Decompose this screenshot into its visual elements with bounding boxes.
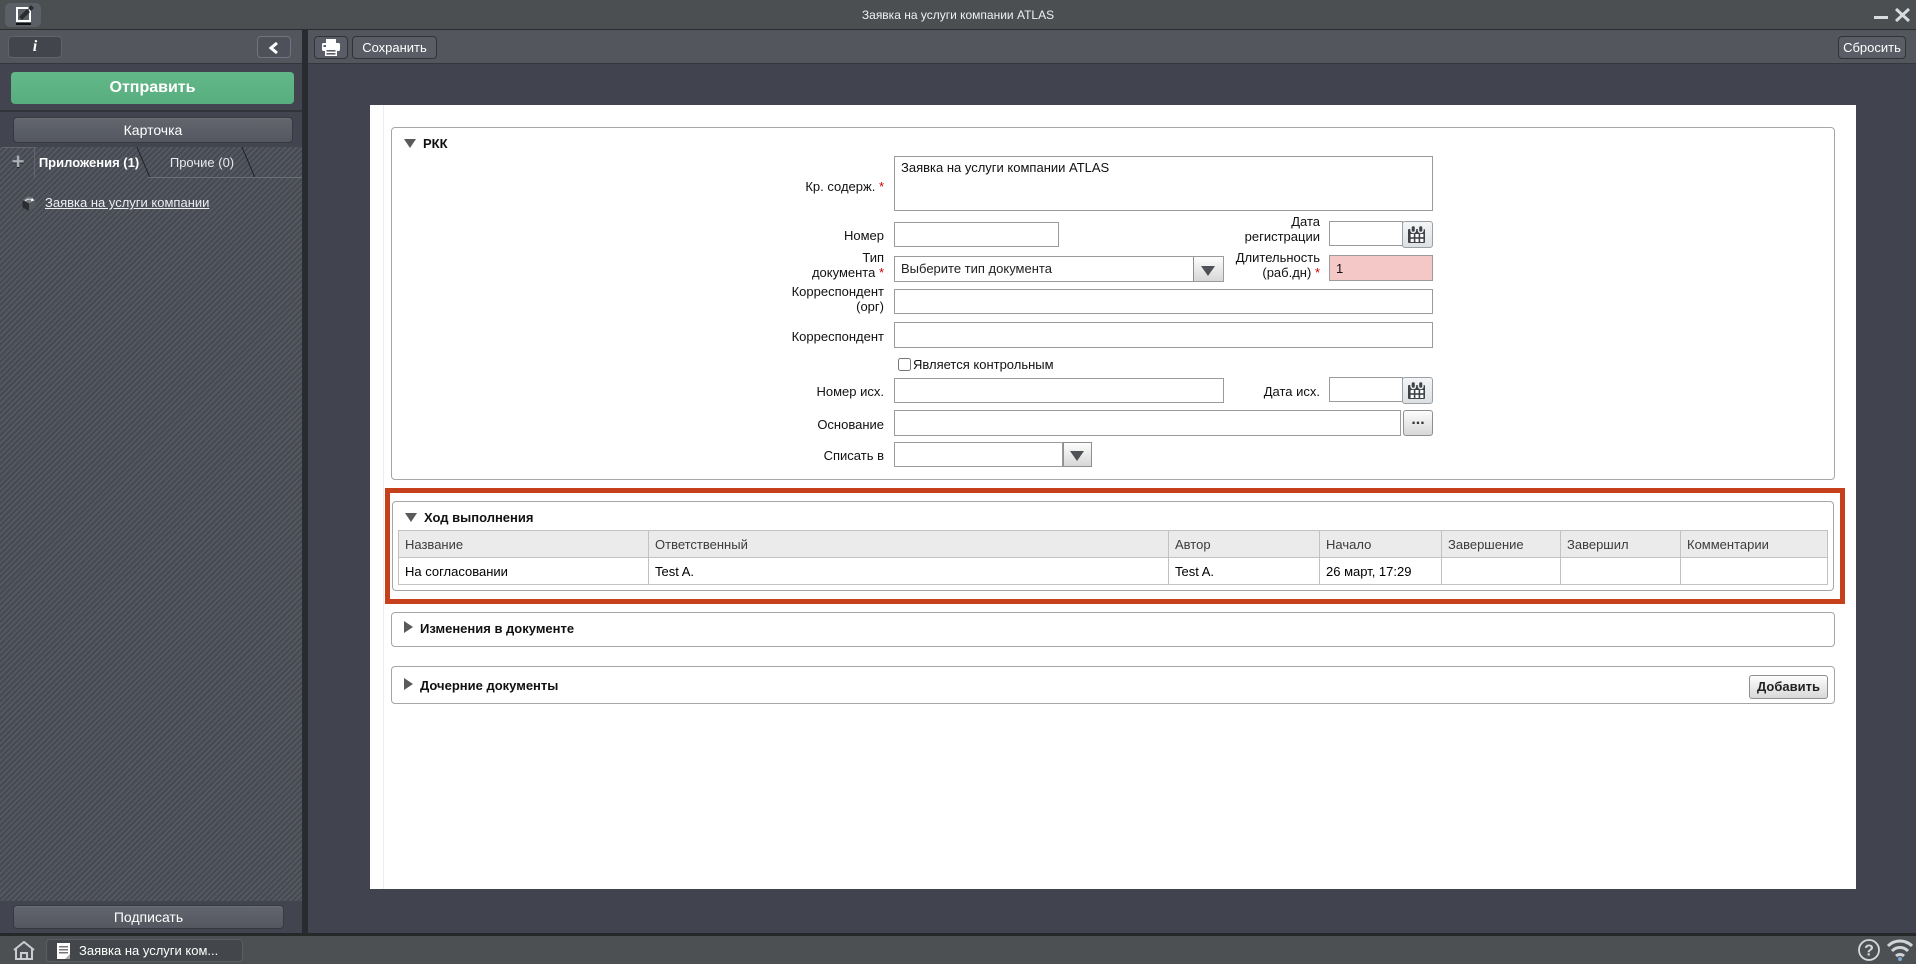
svg-text:?: ? (1864, 943, 1874, 960)
